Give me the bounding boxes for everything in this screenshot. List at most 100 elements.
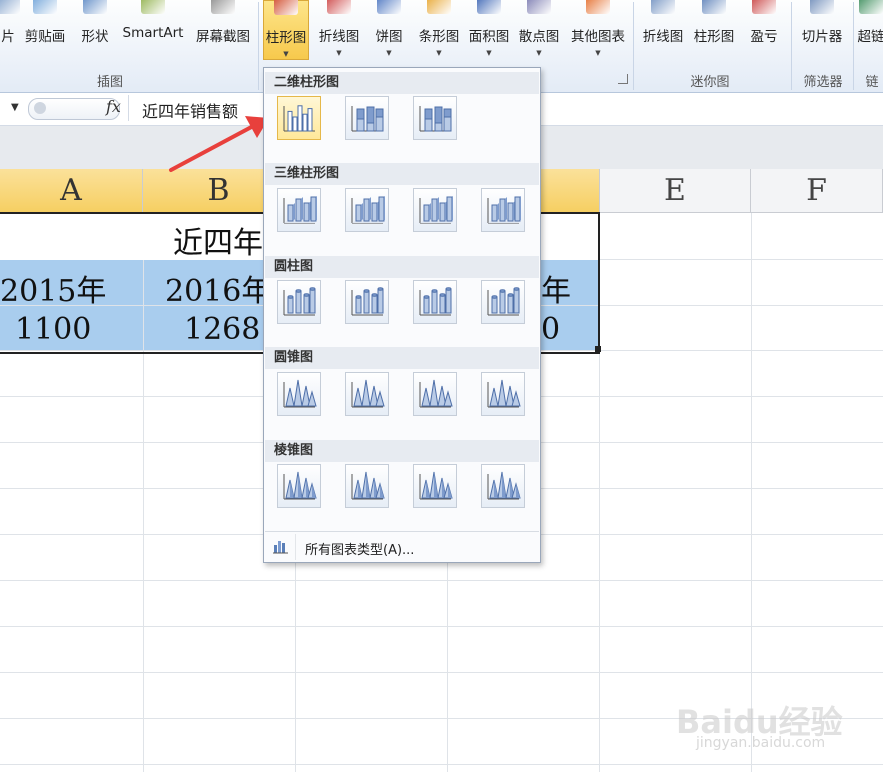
chart-cone-stacked100-icon (419, 379, 453, 408)
chart-clustered-icon (283, 105, 315, 132)
watermark-url: jingyan.baidu.com (696, 735, 826, 751)
chart-type-cone-3d[interactable] (481, 372, 525, 416)
chart-type-3d-stacked[interactable] (345, 188, 389, 232)
column-header-e[interactable]: E (600, 169, 751, 213)
chart-type-pyr-clustered[interactable] (277, 464, 321, 508)
bar-chart-button[interactable]: 条形图 ▼ (414, 0, 464, 60)
section-cone: 圆锥图 (265, 347, 539, 369)
shapes-button[interactable]: 形状 (74, 0, 116, 60)
column-chart-button[interactable]: 柱形图 ▼ (263, 0, 309, 60)
pie-chart-button[interactable]: 饼图 ▼ (368, 0, 410, 60)
chart-cone-3d-icon (487, 379, 521, 408)
divider (128, 95, 129, 121)
dropdown-caret-icon: ▼ (436, 49, 442, 57)
sparkline-winloss-icon (752, 0, 776, 14)
screenshot-button[interactable]: 屏幕截图 (190, 0, 256, 60)
chart-type-pyr-stacked100[interactable] (413, 464, 457, 508)
clipart-icon (33, 0, 57, 14)
sparkline-line-button[interactable]: 折线图 (639, 0, 687, 60)
chart-column-icon (273, 541, 288, 554)
chart-type-cone-clustered[interactable] (277, 372, 321, 416)
annotation-arrow-icon (169, 116, 269, 172)
cell-b2[interactable]: 2016年 (165, 266, 271, 310)
sparkline-winloss-button[interactable]: 盈亏 (744, 0, 784, 60)
all-chart-types-item[interactable]: 所有图表类型(A)... (265, 534, 539, 560)
namebox-dropdown-icon[interactable]: ▼ (11, 102, 19, 113)
cell-a3[interactable]: 1100 (15, 312, 91, 347)
pictures-button-partial[interactable]: 片 (0, 0, 20, 60)
other-charts-button[interactable]: 其他图表 ▼ (565, 0, 631, 60)
section-2d-column: 二维柱形图 (265, 72, 539, 94)
pie-chart-icon (377, 0, 401, 14)
chart-type-3d-stacked100[interactable] (413, 188, 457, 232)
divider (265, 531, 539, 532)
chart-type-cone-stacked100[interactable] (413, 372, 457, 416)
scatter-chart-icon (527, 0, 551, 14)
chart-type-cyl-3d[interactable] (481, 280, 525, 324)
hyperlink-button-partial[interactable]: 超链 (856, 0, 883, 60)
dialog-launcher-icon[interactable] (618, 74, 628, 84)
chart-type-pyr-3d[interactable] (481, 464, 525, 508)
chart-type-cyl-stacked100[interactable] (413, 280, 457, 324)
chart-3d-stacked100-icon (419, 196, 453, 224)
chart-type-clustered[interactable] (277, 96, 321, 140)
ribbon-button-label: 片 (1, 29, 15, 45)
group-label-sparklines: 迷你图 (690, 75, 730, 90)
cell-d2[interactable]: 年 (541, 266, 571, 310)
chart-type-3d-column[interactable] (481, 188, 525, 232)
ribbon-button-label: 超链 (857, 29, 883, 45)
dropdown-caret-icon: ▼ (283, 50, 289, 58)
line-chart-icon (327, 0, 351, 14)
ribbon-button-label: 切片器 (801, 29, 843, 45)
shapes-icon (83, 0, 107, 14)
smartart-icon (141, 0, 165, 14)
screenshot-icon (211, 0, 235, 14)
ribbon-button-label: 柱形图 (265, 30, 307, 46)
cell-b3[interactable]: 1268 (184, 312, 260, 347)
ribbon-button-label: 折线图 (642, 29, 684, 45)
chart-3d-stacked-icon (351, 196, 385, 224)
column-header-f[interactable]: F (751, 169, 883, 213)
hyperlink-icon (859, 0, 883, 14)
group-label-illustrations: 插图 (96, 75, 123, 90)
chart-pyr-stacked-icon (351, 471, 385, 500)
sparkline-line-icon (651, 0, 675, 14)
ribbon-button-label: 形状 (81, 29, 109, 45)
all-chart-types-label: 所有图表类型(A)... (305, 543, 415, 558)
chart-type-cyl-clustered[interactable] (277, 280, 321, 324)
chart-pyr-stacked100-icon (419, 471, 453, 500)
chart-type-stacked100[interactable] (413, 96, 457, 140)
chart-stacked100-icon (419, 106, 452, 132)
group-label-links: 链 (865, 75, 879, 90)
smartart-button[interactable]: SmartArt (118, 0, 188, 60)
chart-type-pyr-stacked[interactable] (345, 464, 389, 508)
chart-type-stacked[interactable] (345, 96, 389, 140)
area-chart-button[interactable]: 面积图 ▼ (464, 0, 514, 60)
dropdown-caret-icon: ▼ (536, 49, 542, 57)
scatter-chart-button[interactable]: 散点图 ▼ (515, 0, 563, 60)
cell-a2[interactable]: 2015年 (0, 266, 106, 310)
fill-handle[interactable] (595, 346, 601, 352)
column-header-a[interactable]: A (0, 169, 143, 213)
line-chart-button[interactable]: 折线图 ▼ (314, 0, 364, 60)
chart-cyl-clustered-icon (283, 287, 316, 316)
column-chart-icon (274, 0, 298, 15)
chart-type-cyl-stacked[interactable] (345, 280, 389, 324)
ribbon-button-label: 饼图 (375, 29, 403, 45)
chart-type-3d-clustered[interactable] (277, 188, 321, 232)
column-chart-dropdown: 二维柱形图 三维柱形图 圆柱图 圆锥图 棱锥图 所有图表类型(A)... (263, 67, 541, 563)
fx-icon[interactable]: fx (106, 97, 121, 116)
ribbon-button-label: 屏幕截图 (196, 29, 250, 45)
section-3d-column: 三维柱形图 (265, 163, 539, 185)
cell-d3[interactable]: 0 (541, 312, 560, 347)
clipart-button[interactable]: 剪贴画 (19, 0, 71, 60)
chart-3d-clustered-icon (283, 196, 317, 224)
sparkline-column-button[interactable]: 柱形图 (688, 0, 740, 60)
ribbon-button-label: 折线图 (318, 29, 360, 45)
section-pyramid: 棱锥图 (265, 440, 539, 462)
pictures-icon (0, 0, 20, 14)
chart-type-cone-stacked[interactable] (345, 372, 389, 416)
chart-cyl-stacked100-icon (419, 287, 452, 316)
slicer-button[interactable]: 切片器 (796, 0, 848, 60)
cell-title[interactable]: 近四年 (173, 218, 263, 262)
